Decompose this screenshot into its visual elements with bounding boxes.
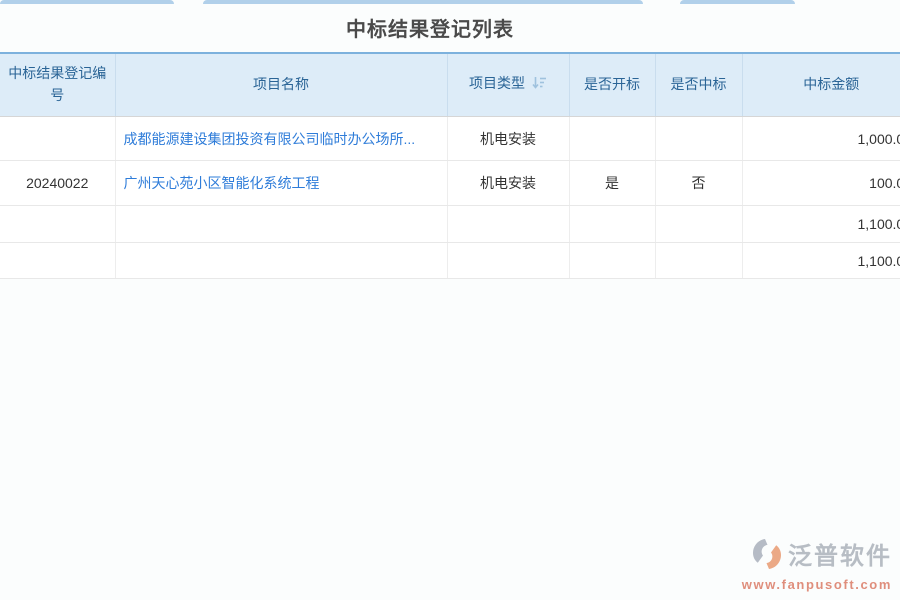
cell-project-name: 成都能源建设集团投资有限公司临时办公场所... [115,117,447,161]
cell-project-type: 机电安装 [447,117,569,161]
cell-project-name [115,206,447,243]
cell-project-type [447,206,569,243]
column-header-label: 是否开标 [584,76,640,92]
cell-project-name [115,243,447,279]
column-header-bid-won[interactable]: 是否中标 [655,53,742,117]
project-name-link[interactable]: 成都能源建设集团投资有限公司临时办公场所... [124,131,416,147]
column-header-registration-no[interactable]: 中标结果登记编号 [0,53,115,117]
column-header-project-type[interactable]: 项目类型 [447,53,569,117]
project-name-link[interactable]: 广州天心苑小区智能化系统工程 [124,175,320,191]
column-header-label: 项目名称 [253,76,309,92]
screen: 中标结果登记列表 中标结果登记编号 项目名称 项目类型 是否开标 [0,0,900,600]
cropped-toolbar-button-3[interactable] [680,0,795,4]
vendor-url: www.fanpusoft.com [742,577,892,592]
cell-bid-won [655,243,742,279]
vendor-brand-name: 泛普软件 [788,545,892,569]
cell-bid-opened [569,117,655,161]
cell-bid-opened [569,206,655,243]
sort-descending-icon[interactable] [532,75,547,97]
cell-bid-amount: 1,100.00 [742,243,900,279]
cell-bid-won [655,206,742,243]
bid-results-table: 中标结果登记编号 项目名称 项目类型 是否开标 是否中标 中标金额 [0,52,900,279]
cropped-toolbar-button-2[interactable] [203,0,643,4]
cell-bid-opened [569,243,655,279]
cell-registration-no [0,117,115,161]
cell-bid-amount: 100.00 [742,161,900,206]
cell-bid-amount: 1,100.00 [742,206,900,243]
column-header-bid-opened[interactable]: 是否开标 [569,53,655,117]
column-header-label: 是否中标 [671,76,727,92]
cell-registration-no [0,243,115,279]
table-header-row: 中标结果登记编号 项目名称 项目类型 是否开标 是否中标 中标金额 [0,53,900,117]
cell-project-name: 广州天心苑小区智能化系统工程 [115,161,447,206]
cell-registration-no: 20240022 [0,161,115,206]
cell-bid-opened: 是 [569,161,655,206]
subtotal-row: 1,100.00 [0,206,900,243]
cell-project-type [447,243,569,279]
page-title: 中标结果登记列表 [0,13,860,42]
vendor-watermark: 泛普软件 www.fanpusoft.com [742,537,892,592]
cell-bid-won [655,117,742,161]
table-row: 20240022 广州天心苑小区智能化系统工程 机电安装 是 否 100.00 [0,161,900,206]
column-header-label: 中标结果登记编号 [8,65,106,103]
cell-registration-no [0,206,115,243]
fanpu-logo-icon [750,537,784,576]
cell-project-type: 机电安装 [447,161,569,206]
cropped-toolbar-button-1[interactable] [0,0,174,4]
cell-bid-amount: 1,000.00 [742,117,900,161]
total-row: 1,100.00 [0,243,900,279]
cell-bid-won: 否 [655,161,742,206]
column-header-label: 项目类型 [469,75,525,91]
table-row: 成都能源建设集团投资有限公司临时办公场所... 机电安装 1,000.00 [0,117,900,161]
column-header-label: 中标金额 [803,76,859,92]
column-header-bid-amount[interactable]: 中标金额 [742,53,900,117]
column-header-project-name[interactable]: 项目名称 [115,53,447,117]
